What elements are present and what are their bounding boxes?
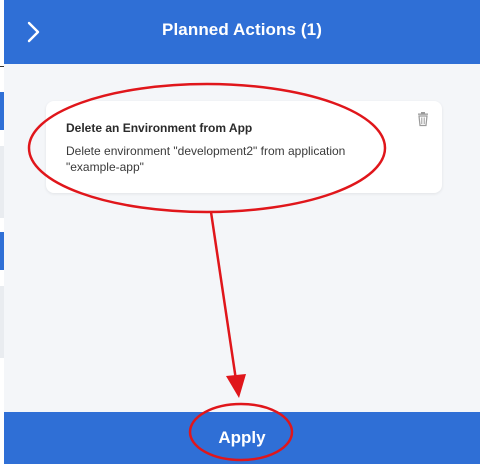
panel-title: Planned Actions (1)	[162, 20, 322, 39]
apply-button[interactable]: Apply	[4, 412, 480, 464]
screen: Planned Actions (1) Delete an Environmen…	[0, 0, 480, 464]
planned-action-card: Delete an Environment from App Delete en…	[46, 101, 442, 193]
action-description: Delete environment "development2" from a…	[66, 144, 346, 174]
panel-header: Planned Actions (1)	[4, 0, 480, 64]
panel-footer: Apply	[4, 412, 480, 464]
action-title: Delete an Environment from App	[66, 121, 253, 135]
planned-actions-panel: Planned Actions (1) Delete an Environmen…	[4, 0, 480, 464]
trash-icon[interactable]	[415, 111, 431, 127]
